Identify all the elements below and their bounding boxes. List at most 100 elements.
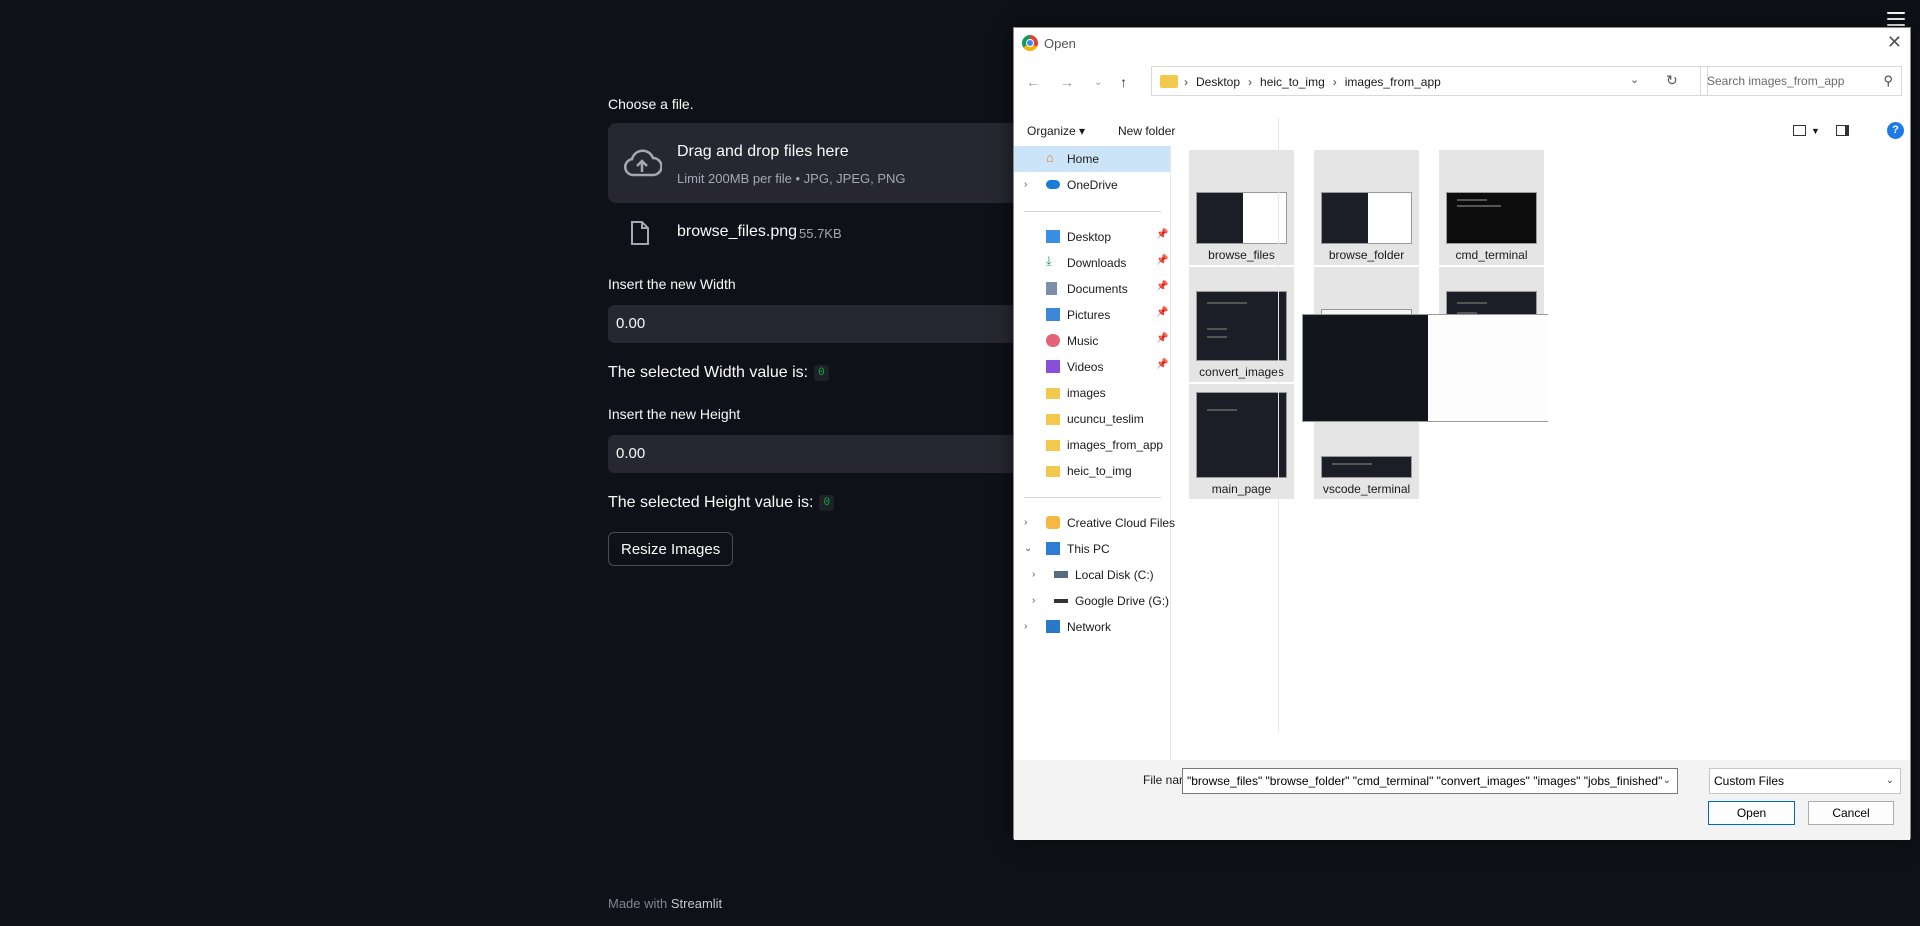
width-result: The selected Width value is: 0 — [608, 364, 829, 382]
navigation-row: ← → ⌄ ↑ › Desktop › heic_to_img › images_from… — [1014, 66, 1910, 100]
nav-item-google-drive[interactable]: › Google Drive (G:) — [1014, 588, 1170, 614]
file-thumbnail — [1321, 456, 1412, 478]
nav-label: heic_to_img — [1067, 464, 1132, 478]
nav-item-home[interactable]: ⌂ Home — [1014, 146, 1170, 172]
cloud-icon — [1046, 180, 1060, 189]
breadcrumb-images-from-app[interactable]: images_from_app — [1345, 75, 1441, 89]
nav-item-network[interactable]: › Network — [1014, 614, 1170, 640]
address-bar[interactable]: › Desktop › heic_to_img › images_from_app ⌄ ↻ — [1151, 66, 1708, 96]
recent-locations-chevron-icon[interactable]: ⌄ — [1094, 77, 1102, 88]
preview-image — [1302, 314, 1548, 422]
expand-chevron-icon[interactable]: › — [1032, 569, 1035, 580]
drive-icon — [1054, 571, 1068, 578]
nav-item-onedrive[interactable]: › OneDrive — [1014, 172, 1170, 198]
nav-item-desktop[interactable]: Desktop 📌 — [1014, 224, 1170, 250]
file-name-value: "browse_files" "browse_folder" "cmd_term… — [1187, 774, 1663, 788]
dropzone-limit: Limit 200MB per file • JPG, JPEG, PNG — [677, 171, 906, 186]
upload-label: Choose a file. — [608, 96, 694, 112]
pin-icon: 📌 — [1156, 333, 1169, 344]
pictures-icon — [1046, 308, 1060, 321]
expand-chevron-icon[interactable]: › — [1024, 179, 1027, 190]
desktop-icon — [1046, 230, 1060, 243]
command-bar: Organize ▾ New folder ▼ ? — [1014, 116, 1910, 146]
organize-button[interactable]: Organize ▾ — [1027, 124, 1085, 138]
file-name-history-chevron-icon[interactable]: ⌄ — [1663, 775, 1671, 786]
refresh-icon[interactable]: ↻ — [1666, 72, 1678, 89]
nav-label: Videos — [1067, 360, 1104, 374]
width-result-value: 0 — [814, 364, 829, 381]
view-options-chevron-icon[interactable]: ▼ — [1811, 126, 1820, 136]
file-tile-browse-folder[interactable]: browse_folder — [1314, 150, 1419, 265]
breadcrumb-desktop[interactable]: Desktop — [1196, 75, 1240, 89]
pin-icon: 📌 — [1156, 281, 1169, 292]
nav-item-ucuncu-teslim[interactable]: ucuncu_teslim — [1014, 406, 1170, 432]
expand-chevron-icon[interactable]: › — [1024, 517, 1027, 528]
forward-arrow-icon[interactable]: → — [1060, 74, 1074, 90]
nav-divider — [1024, 497, 1161, 498]
cancel-button[interactable]: Cancel — [1808, 801, 1894, 825]
folder-icon — [1046, 466, 1060, 477]
nav-item-music[interactable]: Music 📌 — [1014, 328, 1170, 354]
file-name-input[interactable]: "browse_files" "browse_folder" "cmd_term… — [1182, 768, 1678, 794]
height-label: Insert the new Height — [608, 406, 741, 422]
nav-label: ucuncu_teslim — [1067, 412, 1144, 426]
breadcrumb-heic-to-img[interactable]: heic_to_img — [1260, 75, 1325, 89]
nav-label: Music — [1067, 334, 1099, 348]
nav-item-creative-cloud[interactable]: › Creative Cloud Files — [1014, 510, 1175, 536]
file-name: cmd_terminal — [1455, 248, 1528, 262]
nav-item-videos[interactable]: Videos 📌 — [1014, 354, 1170, 380]
search-box[interactable]: ⚲ — [1700, 66, 1902, 96]
nav-item-downloads[interactable]: ⤓ Downloads 📌 — [1014, 250, 1170, 276]
creative-cloud-icon — [1046, 516, 1060, 529]
width-label: Insert the new Width — [608, 276, 736, 292]
file-tile-cmd-terminal[interactable]: cmd_terminal — [1439, 150, 1544, 265]
chrome-icon — [1022, 35, 1038, 51]
document-icon — [1046, 282, 1057, 295]
download-icon: ⤓ — [1046, 253, 1052, 268]
videos-icon — [1046, 360, 1060, 373]
file-thumbnail — [1446, 192, 1537, 244]
resize-images-button[interactable]: Resize Images — [608, 532, 734, 566]
nav-label: images_from_app — [1067, 438, 1164, 452]
nav-item-images-from-app[interactable]: images_from_app — [1014, 432, 1170, 458]
back-arrow-icon[interactable]: ← — [1026, 74, 1040, 90]
home-icon: ⌂ — [1046, 150, 1054, 165]
search-icon[interactable]: ⚲ — [1883, 73, 1893, 89]
collapse-chevron-icon[interactable]: ⌄ — [1024, 543, 1032, 554]
navigation-pane: ⌂ Home › OneDrive Desktop 📌 ⤓ Downloads … — [1014, 146, 1175, 760]
pin-icon: 📌 — [1156, 229, 1169, 240]
nav-item-this-pc[interactable]: ⌄ This PC — [1014, 536, 1170, 562]
nav-item-pictures[interactable]: Pictures 📌 — [1014, 302, 1170, 328]
file-thumbnail — [1196, 291, 1287, 361]
open-button[interactable]: Open — [1708, 801, 1795, 825]
preview-pane-icon[interactable] — [1836, 125, 1849, 136]
search-input[interactable] — [1707, 74, 1867, 88]
nav-divider — [1024, 211, 1161, 212]
footer-prefix: Made with — [608, 896, 668, 911]
main-menu-icon[interactable] — [1887, 12, 1905, 26]
file-type-value: Custom Files — [1714, 774, 1785, 788]
open-file-dialog: Open ✕ ← → ⌄ ↑ › Desktop › heic_to_img › imag… — [1013, 27, 1911, 840]
expand-chevron-icon[interactable]: › — [1032, 595, 1035, 606]
change-view-icon[interactable] — [1793, 125, 1806, 136]
close-icon[interactable]: ✕ — [1887, 32, 1902, 53]
nav-item-documents[interactable]: Documents 📌 — [1014, 276, 1170, 302]
expand-chevron-icon[interactable]: › — [1024, 621, 1027, 632]
help-icon[interactable]: ? — [1887, 122, 1904, 139]
nav-item-heic-to-img[interactable]: heic_to_img — [1014, 458, 1170, 484]
width-result-text: The selected Width value is: — [608, 364, 809, 381]
file-type-select[interactable]: Custom Files ⌄ — [1709, 768, 1901, 794]
pin-icon: 📌 — [1156, 307, 1169, 318]
nav-label: Network — [1067, 620, 1112, 634]
up-arrow-icon[interactable]: ↑ — [1120, 74, 1127, 90]
nav-item-local-disk[interactable]: › Local Disk (C:) — [1014, 562, 1170, 588]
file-thumbnail — [1196, 392, 1287, 478]
footer-streamlit-link[interactable]: Streamlit — [671, 896, 722, 911]
file-thumbnail — [1321, 192, 1412, 244]
file-name: browse_folder — [1328, 248, 1405, 262]
uploaded-file-size: 55.7KB — [799, 226, 842, 241]
new-folder-button[interactable]: New folder — [1118, 124, 1175, 138]
nav-item-images[interactable]: images — [1014, 380, 1170, 406]
nav-label: Desktop — [1067, 230, 1112, 244]
address-dropdown-icon[interactable]: ⌄ — [1630, 73, 1639, 86]
